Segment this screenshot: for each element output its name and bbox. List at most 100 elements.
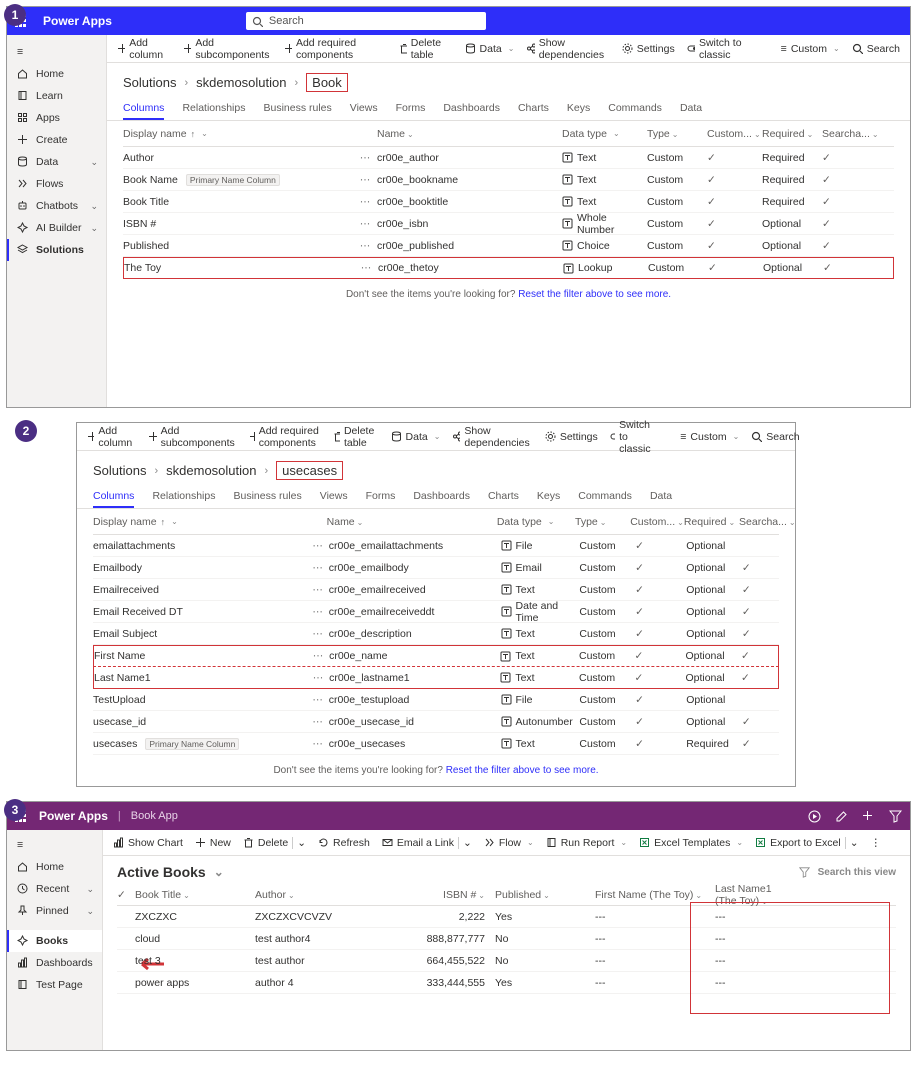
- nav-learn[interactable]: Learn: [7, 85, 106, 107]
- col-header-name[interactable]: Name⌄: [377, 128, 562, 140]
- table-row[interactable]: ZXCZXCZXCZXCVCVZV2,222Yes------: [117, 906, 896, 928]
- col-first-name[interactable]: First Name (The Toy)⌄: [595, 889, 715, 901]
- tab-dashboards[interactable]: Dashboards: [443, 96, 500, 120]
- reset-filter-link[interactable]: Reset the filter above to see more.: [446, 765, 599, 776]
- cmd-settings[interactable]: Settings: [545, 431, 598, 443]
- cmd-export-excel[interactable]: Export to Excel ⌄: [755, 837, 858, 849]
- edit-icon[interactable]: [835, 810, 848, 823]
- funnel-icon[interactable]: [889, 810, 902, 823]
- funnel-icon[interactable]: [799, 867, 810, 878]
- row-menu[interactable]: ⋯: [353, 240, 377, 252]
- table-row[interactable]: Published⋯cr00e_publishedChoiceCustom✓Op…: [123, 235, 894, 257]
- nav-flows[interactable]: Flows: [7, 173, 106, 195]
- cmd-email-link[interactable]: Email a Link ⌄: [382, 837, 472, 849]
- cmd-filter-custom[interactable]: ≡ Custom⌄: [680, 431, 739, 443]
- col-book-title[interactable]: Book Title⌄: [135, 889, 255, 901]
- table-row[interactable]: First Name⋯cr00e_nameTextCustom✓Optional…: [93, 645, 779, 667]
- table-row[interactable]: power appsauthor 4333,444,555Yes------: [117, 972, 896, 994]
- tab-views[interactable]: Views: [320, 484, 348, 508]
- nav-dashboards[interactable]: Dashboards: [7, 952, 102, 974]
- tab-data[interactable]: Data: [650, 484, 672, 508]
- row-menu[interactable]: ⋯: [353, 196, 377, 208]
- table-row[interactable]: TestUpload⋯cr00e_testuploadFileCustom✓Op…: [93, 689, 779, 711]
- table-row[interactable]: usecase_id⋯cr00e_usecase_idAutonumberCus…: [93, 711, 779, 733]
- cmd-add-column[interactable]: Add column: [87, 425, 136, 449]
- table-row[interactable]: emailattachments⋯cr00e_emailattachmentsF…: [93, 535, 779, 557]
- nav-apps[interactable]: Apps: [7, 107, 106, 129]
- col-header-display-name[interactable]: Display name ↑⌄: [123, 128, 353, 140]
- crumb-solutions[interactable]: Solutions: [123, 75, 176, 90]
- tab-dashboards[interactable]: Dashboards: [413, 484, 470, 508]
- col-last-name[interactable]: Last Name1 (The Toy)⌄: [715, 883, 785, 907]
- tab-business-rules[interactable]: Business rules: [263, 96, 331, 120]
- row-menu[interactable]: ⋯: [307, 606, 329, 618]
- cmd-show-dependencies[interactable]: Show dependencies: [526, 37, 609, 61]
- col-header-required[interactable]: Required⌄: [762, 128, 822, 140]
- cmd-filter-custom[interactable]: ≡ Custom⌄: [781, 43, 840, 55]
- nav-collapse[interactable]: ≡: [7, 41, 106, 63]
- row-menu[interactable]: ⋯: [353, 174, 377, 186]
- crumb-solutions[interactable]: Solutions: [93, 463, 146, 478]
- row-menu[interactable]: ⋯: [307, 562, 329, 574]
- nav-books[interactable]: Books: [7, 930, 102, 952]
- tab-forms[interactable]: Forms: [396, 96, 426, 120]
- row-menu[interactable]: ⋯: [354, 262, 378, 274]
- cmd-delete[interactable]: Delete ⌄: [243, 837, 306, 849]
- table-row[interactable]: Author⋯cr00e_authorTextCustom✓Required✓: [123, 147, 894, 169]
- row-menu[interactable]: ⋯: [353, 152, 377, 164]
- table-row[interactable]: Book Title⋯cr00e_booktitleTextCustom✓Req…: [123, 191, 894, 213]
- plus-icon[interactable]: [862, 810, 875, 823]
- row-menu[interactable]: ⋯: [307, 650, 329, 662]
- col-header-searchable[interactable]: Searcha...⌄: [739, 516, 779, 528]
- table-row[interactable]: Last Name1⋯cr00e_lastname1TextCustom✓Opt…: [93, 667, 779, 689]
- cmd-delete-table[interactable]: Delete table: [333, 425, 378, 449]
- play-icon[interactable]: [808, 810, 821, 823]
- nav-solutions[interactable]: Solutions: [7, 239, 106, 261]
- col-header-datatype[interactable]: Data type⌄: [497, 516, 575, 528]
- nav-pinned[interactable]: Pinned⌄: [7, 900, 102, 922]
- table-row[interactable]: Emailreceived⋯cr00e_emailreceivedTextCus…: [93, 579, 779, 601]
- col-header-type[interactable]: Type⌄: [647, 128, 707, 140]
- nav-home[interactable]: Home: [7, 63, 106, 85]
- cmd-show-dependencies[interactable]: Show dependencies: [452, 425, 532, 449]
- tab-commands[interactable]: Commands: [578, 484, 632, 508]
- tab-relationships[interactable]: Relationships: [152, 484, 215, 508]
- nav-home[interactable]: Home: [7, 856, 102, 878]
- nav-collapse[interactable]: ≡: [7, 834, 102, 856]
- table-row[interactable]: Emailbody⋯cr00e_emailbodyEmailCustom✓Opt…: [93, 557, 779, 579]
- tab-columns[interactable]: Columns: [123, 96, 164, 120]
- cmd-data[interactable]: Data⌄: [465, 43, 515, 55]
- col-header-custom[interactable]: Custom...⌄: [707, 128, 762, 140]
- cmd-settings[interactable]: Settings: [622, 43, 675, 55]
- nav-create[interactable]: Create: [7, 129, 106, 151]
- cmd-add-required[interactable]: Add required components: [249, 425, 321, 449]
- col-header-custom[interactable]: Custom...⌄: [630, 516, 684, 528]
- row-menu[interactable]: ⋯: [307, 672, 329, 684]
- cmd-run-report[interactable]: Run Report⌄: [546, 837, 627, 849]
- row-menu[interactable]: ⋯: [307, 716, 329, 728]
- col-header-name[interactable]: Name⌄: [327, 516, 497, 528]
- cmd-more[interactable]: ⋮: [871, 837, 882, 849]
- cmd-add-column[interactable]: Add column: [117, 37, 171, 61]
- tab-forms[interactable]: Forms: [366, 484, 396, 508]
- col-header-searchable[interactable]: Searcha...⌄: [822, 128, 862, 140]
- cmd-refresh[interactable]: Refresh: [318, 837, 370, 849]
- row-menu[interactable]: ⋯: [307, 584, 329, 596]
- cmd-add-subcomponents[interactable]: Add subcomponents: [148, 425, 237, 449]
- tab-views[interactable]: Views: [350, 96, 378, 120]
- col-header-required[interactable]: Required⌄: [684, 516, 739, 528]
- cmd-new[interactable]: New: [195, 837, 231, 849]
- cmd-search[interactable]: Search: [852, 43, 900, 55]
- nav-data[interactable]: Data⌄: [7, 151, 106, 173]
- crumb-solution-name[interactable]: skdemosolution: [196, 75, 286, 90]
- col-published[interactable]: Published⌄: [495, 889, 595, 901]
- col-checkbox[interactable]: ✓: [117, 889, 135, 901]
- cmd-switch-classic[interactable]: Switch to classic: [687, 37, 757, 61]
- cmd-flow[interactable]: Flow⌄: [484, 837, 534, 849]
- row-menu[interactable]: ⋯: [307, 694, 329, 706]
- table-row[interactable]: test 3test author664,455,522No------: [117, 950, 896, 972]
- table-row[interactable]: Email Received DT⋯cr00e_emailreceiveddtD…: [93, 601, 779, 623]
- tab-data[interactable]: Data: [680, 96, 702, 120]
- row-menu[interactable]: ⋯: [307, 738, 329, 750]
- tab-columns[interactable]: Columns: [93, 484, 134, 508]
